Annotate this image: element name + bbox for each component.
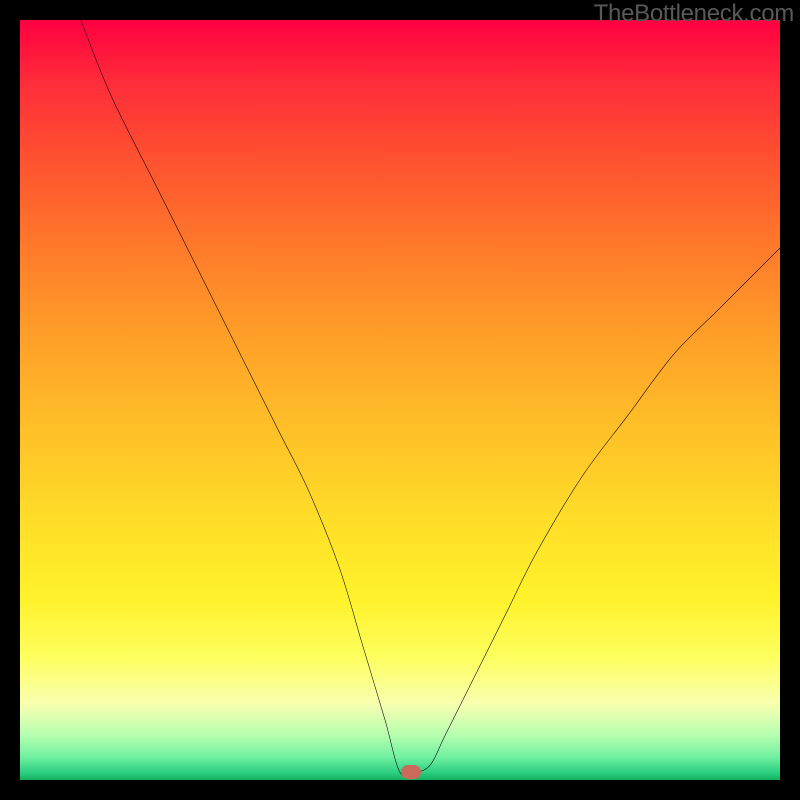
chart-plot-area	[20, 20, 780, 780]
optimal-point-marker	[401, 765, 421, 779]
bottleneck-curve	[20, 20, 780, 780]
attribution-label: TheBottleneck.com	[594, 0, 794, 28]
